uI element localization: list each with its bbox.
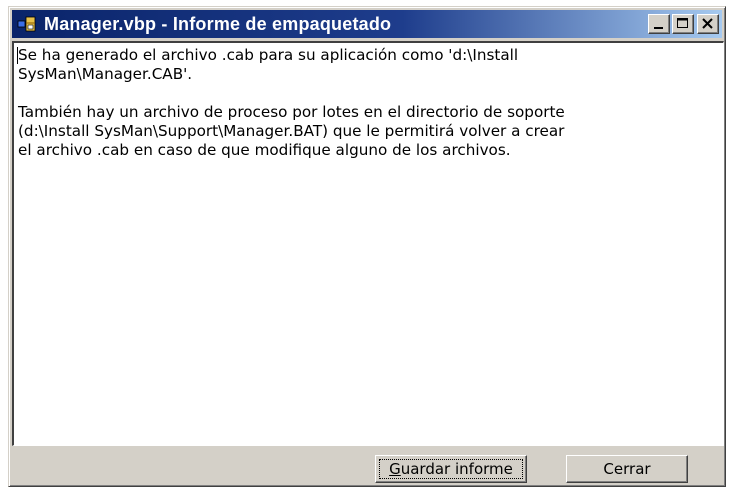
report-text-area[interactable]: Se ha generado el archivo .cab para su a… (12, 41, 724, 446)
minimize-icon (654, 27, 663, 29)
title-bar[interactable]: Manager.vbp - Informe de empaquetado (12, 10, 722, 38)
close-icon (702, 18, 713, 29)
report-line: (d:\Install SysMan\Support\Manager.BAT) … (18, 122, 565, 140)
text-caret (17, 47, 18, 64)
close-dialog-button[interactable]: Cerrar (566, 455, 688, 483)
report-line: SysMan\Manager.CAB'. (18, 65, 193, 83)
close-button[interactable] (697, 14, 719, 34)
save-report-button[interactable]: Guardar informe (375, 455, 527, 483)
report-line: También hay un archivo de proceso por lo… (18, 103, 565, 121)
maximize-icon (677, 18, 688, 28)
report-paragraph-2: También hay un archivo de proceso por lo… (18, 103, 719, 160)
window-title: Manager.vbp - Informe de empaquetado (44, 14, 392, 34)
minimize-button[interactable] (648, 14, 670, 34)
report-line: Se ha generado el archivo .cab para su a… (18, 46, 519, 64)
report-window: Manager.vbp - Informe de empaquetado Se … (8, 6, 726, 487)
report-line: el archivo .cab en caso de que modifique… (18, 141, 511, 159)
focus-ring (379, 459, 523, 479)
maximize-button[interactable] (672, 14, 694, 34)
package-app-icon (17, 15, 37, 33)
close-label: Cerrar (603, 460, 651, 478)
report-paragraph-1: Se ha generado el archivo .cab para su a… (18, 46, 719, 84)
